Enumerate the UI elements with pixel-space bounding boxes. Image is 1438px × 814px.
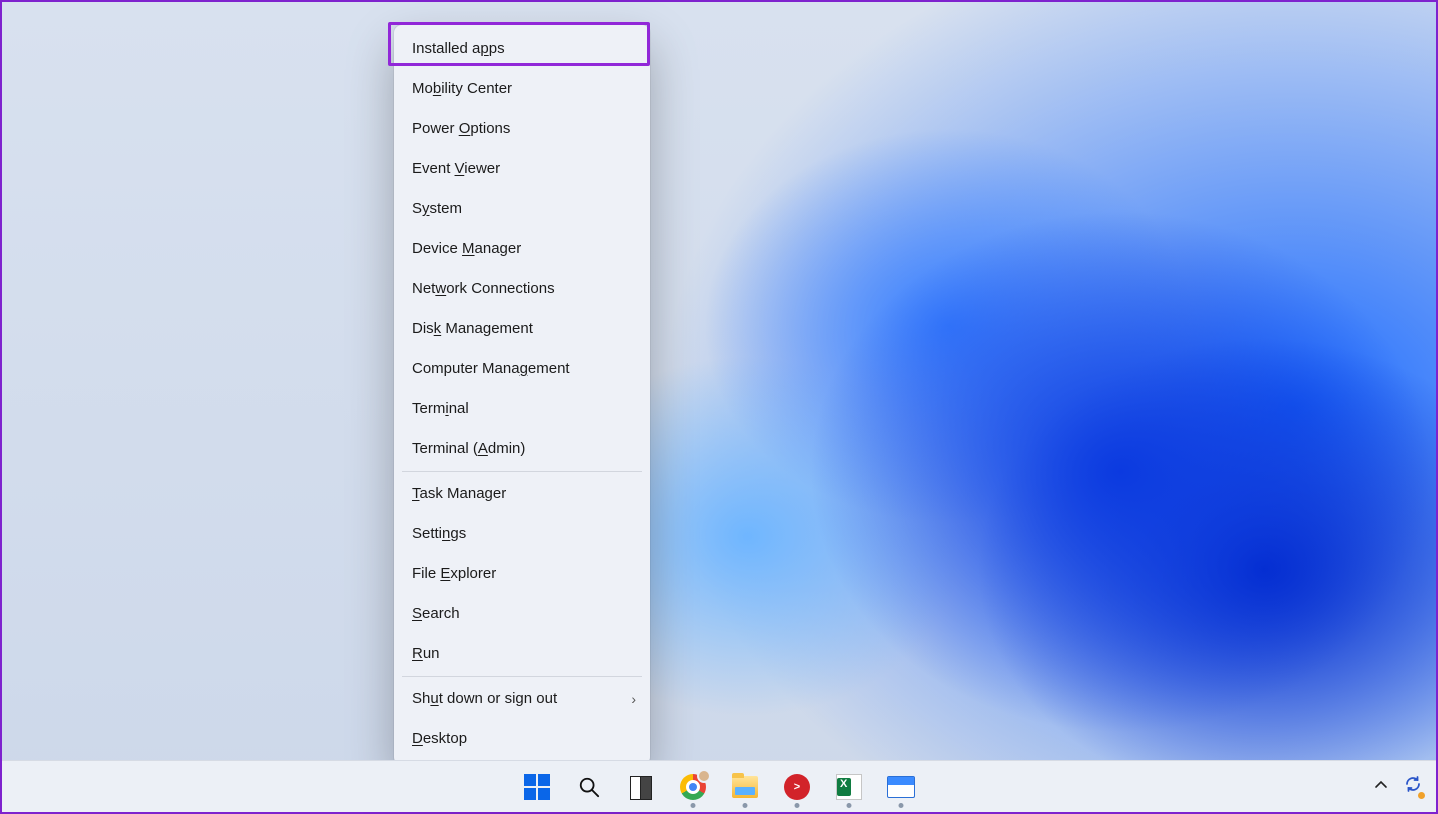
menu-item-system[interactable]: System [394,189,650,229]
start-button[interactable] [523,773,551,801]
taskbar-app-run[interactable] [887,773,915,801]
menu-item-desktop[interactable]: Desktop [394,719,650,759]
menu-item-label: Device Manager [412,240,521,257]
task-view-button[interactable] [627,773,655,801]
search-button[interactable] [575,773,603,801]
menu-item-device-manager[interactable]: Device Manager [394,229,650,269]
menu-item-label: Settings [412,525,466,542]
taskbar-app-file-explorer[interactable] [731,773,759,801]
menu-item-event-viewer[interactable]: Event Viewer [394,149,650,189]
menu-item-label: System [412,200,462,217]
menu-item-task-manager[interactable]: Task Manager [394,474,650,514]
taskbar: > [2,760,1436,812]
menu-item-label: Shut down or sign out [412,690,557,707]
menu-item-disk-management[interactable]: Disk Management [394,309,650,349]
menu-item-label: Run [412,645,440,662]
chrome-profile-badge [697,769,711,783]
windows-logo-icon [524,774,550,800]
search-icon [578,776,600,798]
update-icon [1404,775,1422,793]
notification-dot-icon [1418,792,1425,799]
menu-item-label: Network Connections [412,280,555,297]
run-dialog-icon [887,776,915,798]
menu-item-label: Task Manager [412,485,506,502]
taskbar-app-chrome[interactable] [679,773,707,801]
desktop-wallpaper[interactable] [2,2,1436,812]
menu-item-label: Mobility Center [412,80,512,97]
red-app-icon: > [784,774,810,800]
chevron-up-icon [1374,778,1388,792]
tray-overflow-button[interactable] [1374,778,1388,795]
menu-item-shut-down-or-sign-out[interactable]: Shut down or sign out › [394,679,650,719]
menu-item-label: Power Options [412,120,510,137]
menu-item-mobility-center[interactable]: Mobility Center [394,69,650,109]
menu-item-label: Terminal [412,400,469,417]
menu-separator [402,676,642,677]
menu-item-search[interactable]: Search [394,594,650,634]
menu-item-label: Search [412,605,460,622]
menu-item-installed-apps[interactable]: Installed apps [394,29,650,69]
menu-item-label: Event Viewer [412,160,500,177]
menu-item-terminal[interactable]: Terminal [394,389,650,429]
taskbar-pinned-area: > [523,773,915,801]
menu-item-run[interactable]: Run [394,634,650,674]
menu-item-network-connections[interactable]: Network Connections [394,269,650,309]
menu-item-label: Disk Management [412,320,533,337]
menu-item-file-explorer[interactable]: File Explorer [394,554,650,594]
chevron-right-icon: › [631,679,636,719]
menu-item-label: Computer Management [412,360,570,377]
excel-icon [836,774,862,800]
menu-item-label: Installed apps [412,40,505,57]
folder-icon [732,776,758,798]
menu-item-power-options[interactable]: Power Options [394,109,650,149]
taskbar-app-red[interactable]: > [783,773,811,801]
system-tray [1374,775,1422,798]
tray-windows-update[interactable] [1404,775,1422,798]
menu-item-terminal-admin[interactable]: Terminal (Admin) [394,429,650,469]
menu-item-label: File Explorer [412,565,496,582]
task-view-icon [630,776,652,798]
menu-item-label: Terminal (Admin) [412,440,525,457]
menu-item-computer-management[interactable]: Computer Management [394,349,650,389]
menu-item-label: Desktop [412,730,467,747]
menu-item-settings[interactable]: Settings [394,514,650,554]
taskbar-app-excel[interactable] [835,773,863,801]
winx-context-menu: Installed apps Mobility Center Power Optio… [394,25,650,765]
menu-separator [402,471,642,472]
